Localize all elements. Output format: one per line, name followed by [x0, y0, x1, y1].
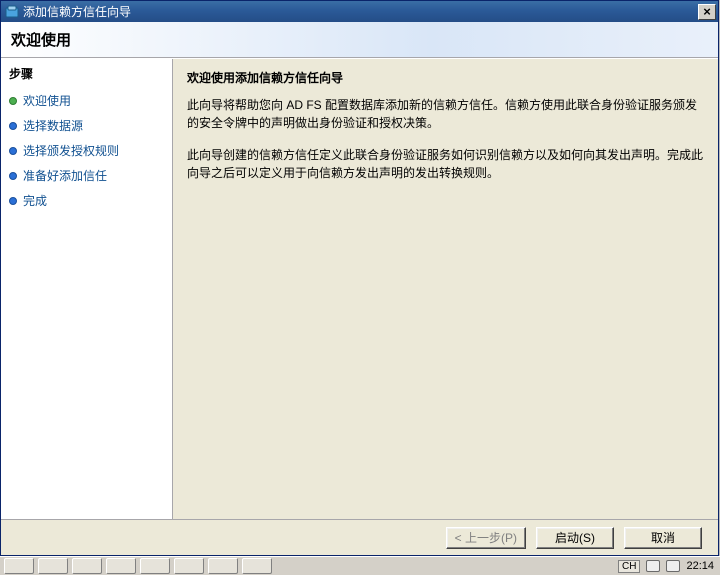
button-label: 取消	[651, 529, 675, 546]
close-icon: ×	[703, 5, 711, 18]
banner-heading: 欢迎使用	[11, 29, 71, 50]
app-icon	[5, 5, 19, 19]
wizard-footer: < 上一步(P) 启动(S) 取消	[1, 519, 718, 555]
button-label: < 上一步(P)	[455, 529, 517, 546]
bullet-icon	[9, 97, 17, 105]
tray-icon[interactable]	[666, 560, 680, 572]
taskbar-item[interactable]	[208, 558, 238, 574]
step-label: 准备好添加信任	[23, 167, 107, 184]
step-ready-to-add[interactable]: 准备好添加信任	[9, 163, 164, 188]
close-button[interactable]: ×	[698, 4, 716, 20]
window-title: 添加信赖方信任向导	[23, 3, 696, 20]
step-welcome[interactable]: 欢迎使用	[9, 88, 164, 113]
clock[interactable]: 22:14	[686, 560, 714, 572]
step-label: 选择颁发授权规则	[23, 142, 119, 159]
taskbar-item[interactable]	[72, 558, 102, 574]
step-authz-rules[interactable]: 选择颁发授权规则	[9, 138, 164, 163]
system-tray: CH 22:14	[618, 560, 720, 573]
bullet-icon	[9, 197, 17, 205]
taskbar[interactable]: CH 22:14	[0, 556, 720, 575]
step-finish[interactable]: 完成	[9, 188, 164, 213]
taskbar-item[interactable]	[4, 558, 34, 574]
bullet-icon	[9, 172, 17, 180]
wizard-window: 添加信赖方信任向导 × 欢迎使用 步骤 欢迎使用 选择数据源 选择颁发授权规则	[0, 0, 719, 556]
taskbar-item[interactable]	[174, 558, 204, 574]
content-panel: 欢迎使用添加信赖方信任向导 此向导将帮助您向 AD FS 配置数据库添加新的信赖…	[173, 59, 718, 519]
button-label: 启动(S)	[555, 529, 595, 546]
start-button[interactable]: 启动(S)	[536, 527, 614, 549]
taskbar-item[interactable]	[242, 558, 272, 574]
titlebar[interactable]: 添加信赖方信任向导 ×	[1, 1, 718, 22]
taskbar-item[interactable]	[38, 558, 68, 574]
wizard-body: 步骤 欢迎使用 选择数据源 选择颁发授权规则 准备好添加信任 完成	[1, 58, 718, 519]
step-label: 完成	[23, 192, 47, 209]
steps-sidebar: 步骤 欢迎使用 选择数据源 选择颁发授权规则 准备好添加信任 完成	[1, 59, 173, 519]
step-select-data-source[interactable]: 选择数据源	[9, 113, 164, 138]
previous-button: < 上一步(P)	[446, 527, 526, 549]
taskbar-item[interactable]	[140, 558, 170, 574]
banner: 欢迎使用	[1, 22, 718, 58]
tray-icon[interactable]	[646, 560, 660, 572]
bullet-icon	[9, 147, 17, 155]
steps-heading: 步骤	[9, 65, 164, 82]
content-heading: 欢迎使用添加信赖方信任向导	[187, 69, 704, 86]
bullet-icon	[9, 122, 17, 130]
step-label: 欢迎使用	[23, 92, 71, 109]
language-indicator[interactable]: CH	[618, 560, 640, 573]
content-paragraph-1: 此向导将帮助您向 AD FS 配置数据库添加新的信赖方信任。信赖方使用此联合身份…	[187, 96, 704, 132]
step-label: 选择数据源	[23, 117, 83, 134]
cancel-button[interactable]: 取消	[624, 527, 702, 549]
taskbar-item[interactable]	[106, 558, 136, 574]
content-paragraph-2: 此向导创建的信赖方信任定义此联合身份验证服务如何识别信赖方以及如何向其发出声明。…	[187, 146, 704, 182]
